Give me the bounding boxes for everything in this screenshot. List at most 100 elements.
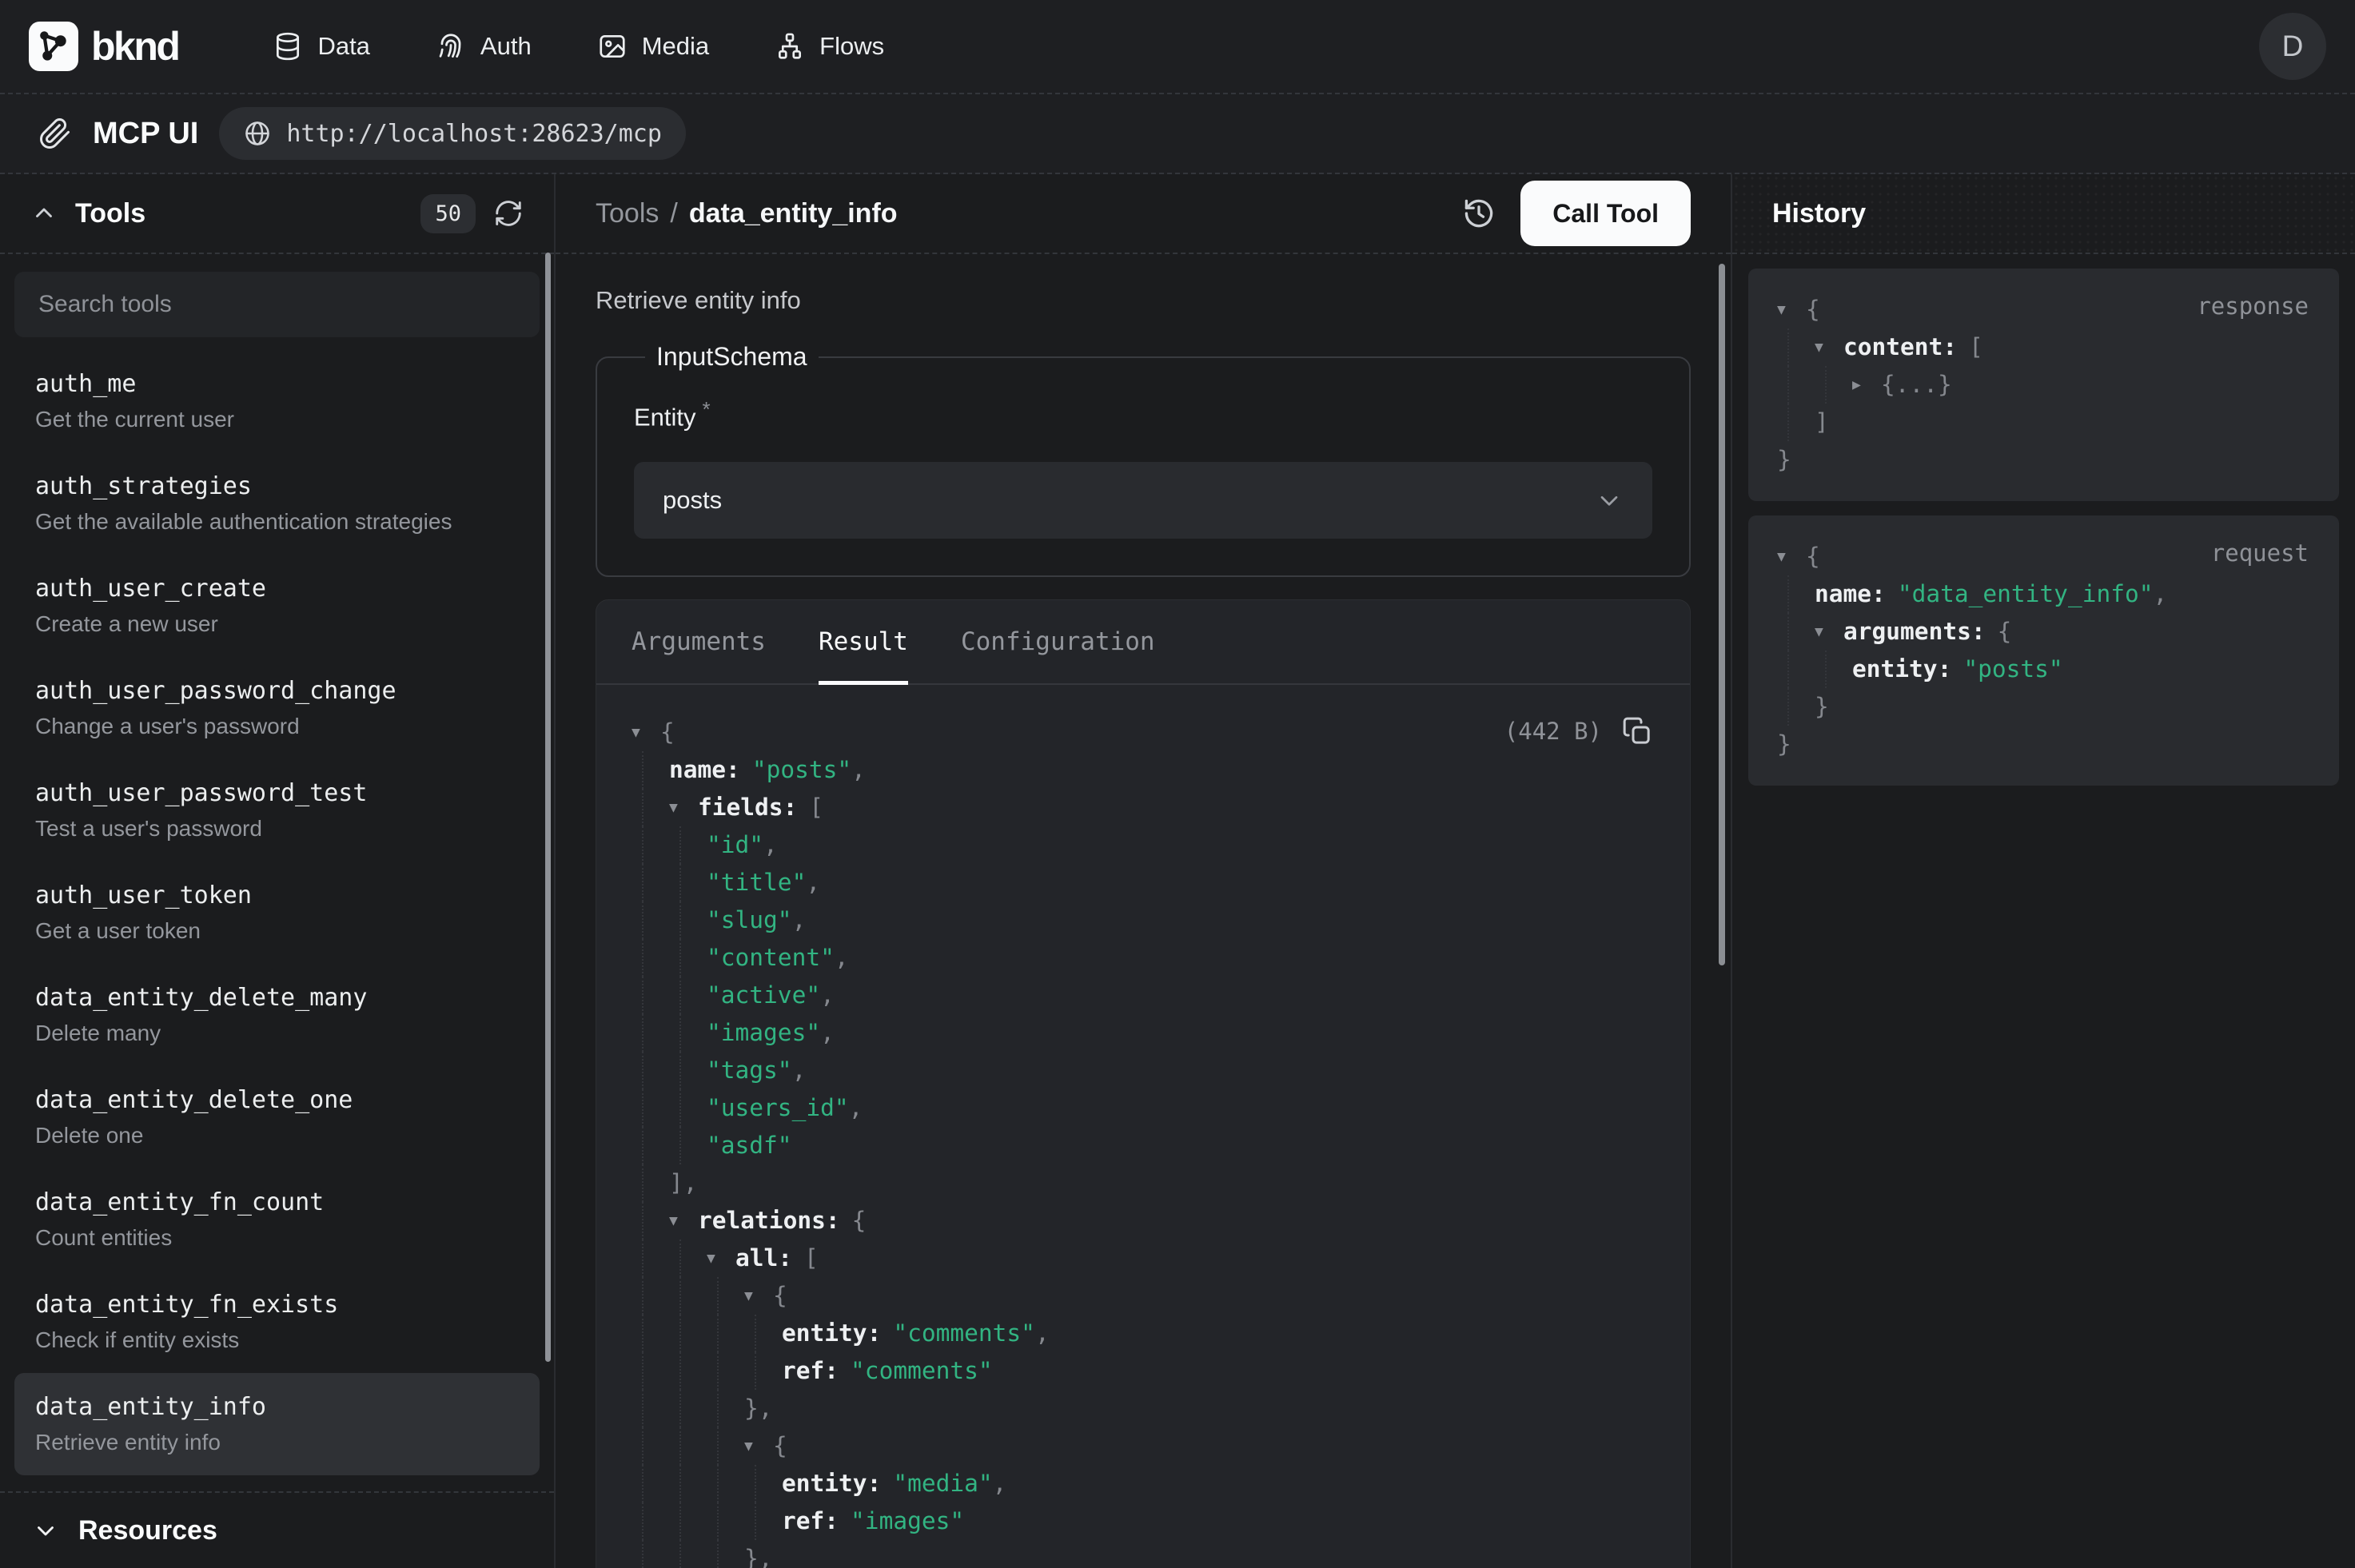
main-nav: Data Auth [273,31,884,62]
json-line: } [1777,688,2310,726]
input-schema-fieldset: InputSchema Entity* posts [596,342,1691,577]
json-line: "title", [632,864,1655,901]
json-line: "tags", [632,1052,1655,1089]
refresh-tools-button[interactable] [493,198,524,229]
json-line: "asdf" [632,1127,1655,1164]
result-size: (442 B) [1504,718,1602,745]
tab-result[interactable]: Result [819,600,908,683]
breadcrumb-separator: / [670,198,677,229]
resources-title: Resources [78,1515,217,1546]
nav-item-data[interactable]: Data [273,31,369,62]
tool-detail-body: Retrieve entity info InputSchema Entity*… [556,254,1731,1568]
breadcrumb-root[interactable]: Tools [596,198,659,229]
search-tools-input[interactable] [14,272,540,337]
tool-list-item[interactable]: auth_user_password_change Change a user'… [14,657,540,759]
workflow-icon [775,31,805,62]
content-row: Tools 50 a [0,174,2355,1568]
chevron-up-icon [30,200,58,227]
sidebar-scrollbar[interactable] [545,253,551,1362]
tools-title: Tools [75,198,145,229]
history-card-badge: request [2211,539,2309,567]
fingerprint-icon [436,31,466,62]
json-line[interactable]: ▼all:[ [632,1240,1655,1277]
resources-section-header[interactable]: Resources [0,1491,554,1568]
tools-sidebar: Tools 50 a [0,174,556,1568]
json-line[interactable]: ▼relations:{ [632,1202,1655,1240]
tool-list-item[interactable]: auth_user_token Get a user token [14,862,540,964]
json-line[interactable]: ▼{ [632,1427,1655,1465]
tool-list-item[interactable]: data_entity_delete_many Delete many [14,964,540,1066]
json-line: ] [1777,404,2310,441]
json-line: ref:"comments" [632,1352,1655,1390]
json-line: entity:"posts" [1777,651,2310,688]
call-tool-button[interactable]: Call Tool [1520,181,1691,246]
tab-arguments[interactable]: Arguments [632,600,766,683]
tool-list-item[interactable]: auth_user_password_test Test a user's pa… [14,759,540,862]
nav-label: Flows [819,32,884,61]
main-scrollbar[interactable] [1719,264,1725,965]
json-line[interactable]: ▼{ [632,1277,1655,1315]
app-root: bknd Data [0,0,2355,1568]
nav-item-media[interactable]: Media [597,31,709,62]
tools-collapse-button[interactable] [30,200,58,227]
image-icon [597,31,628,62]
history-clock-icon [1461,196,1496,231]
json-line: "content", [632,939,1655,977]
json-line: ▼arguments:{ [1777,613,2310,651]
mcp-bar: MCP UI http://localhost:28623/mcp [0,94,2355,174]
input-schema-legend: InputSchema [645,342,819,372]
tool-list-item[interactable]: auth_me Get the current user [14,350,540,452]
user-avatar[interactable]: D [2259,13,2326,80]
history-panel: History response ▼{ ▼content:[ ▶{...} ] … [1731,174,2355,1568]
copy-icon [1621,715,1653,747]
nav-item-flows[interactable]: Flows [775,31,884,62]
history-toggle-button[interactable] [1461,196,1496,231]
entity-select-value: posts [663,486,722,515]
top-nav: bknd Data [0,0,2355,94]
mcp-ui-title: MCP UI [93,117,198,151]
tool-list-item[interactable]: data_entity_delete_one Delete one [14,1066,540,1168]
tools-header: Tools 50 [0,174,554,254]
copy-json-button[interactable] [1621,715,1653,747]
chevron-down-icon [1595,486,1624,515]
mcp-url-text: http://localhost:28623/mcp [286,120,662,148]
json-line: "users_id", [632,1089,1655,1127]
result-meta: (442 B) [1504,715,1653,747]
json-line[interactable]: ▼{ [632,714,1655,751]
tab-configuration[interactable]: Configuration [961,600,1155,683]
mcp-url-pill[interactable]: http://localhost:28623/mcp [219,107,686,160]
tool-list-item-selected[interactable]: data_entity_info Retrieve entity info [14,1373,540,1475]
json-line: "slug", [632,901,1655,939]
tools-list-scroll-area: auth_me Get the current user auth_strate… [0,254,554,1491]
history-request-card[interactable]: request ▼{ name:"data_entity_info", ▼arg… [1748,515,2339,786]
tool-list-item[interactable]: auth_user_create Create a new user [14,555,540,657]
history-card-badge: response [2197,293,2309,320]
tool-list-item[interactable]: auth_strategies Get the available authen… [14,452,540,555]
tool-list-item[interactable]: data_entity_fn_exists Check if entity ex… [14,1271,540,1373]
result-json-viewer: (442 B) ▼{ name:"p [596,685,1690,1568]
json-line[interactable]: ▶{...} [1777,366,2310,404]
brand-text: bknd [91,23,178,70]
json-line: entity:"comments", [632,1315,1655,1352]
history-header: History [1732,174,2355,254]
main-header: Tools / data_entity_info Call Tool [556,174,1731,254]
tool-list-item[interactable]: data_entity_fn_count Count entities [14,1168,540,1271]
avatar-initial: D [2282,30,2304,63]
nav-label: Media [642,32,709,61]
database-icon [273,31,303,62]
nav-item-auth[interactable]: Auth [436,31,532,62]
history-list: response ▼{ ▼content:[ ▶{...} ] } reques… [1732,254,2355,814]
globe-icon [243,119,272,148]
json-line: "id", [632,826,1655,864]
entity-select[interactable]: posts [634,462,1652,539]
json-line: } [1777,441,2310,479]
json-line: entity:"media", [632,1465,1655,1502]
history-response-card[interactable]: response ▼{ ▼content:[ ▶{...} ] } [1748,269,2339,501]
tool-description: Retrieve entity info [596,286,1691,315]
required-asterisk: * [703,397,711,421]
bknd-logo[interactable]: bknd [29,22,178,71]
main-panel: Tools / data_entity_info Call Tool [556,174,1731,1568]
json-line: ref:"images" [632,1502,1655,1540]
json-line: "active", [632,977,1655,1014]
json-line[interactable]: ▼fields:[ [632,789,1655,826]
